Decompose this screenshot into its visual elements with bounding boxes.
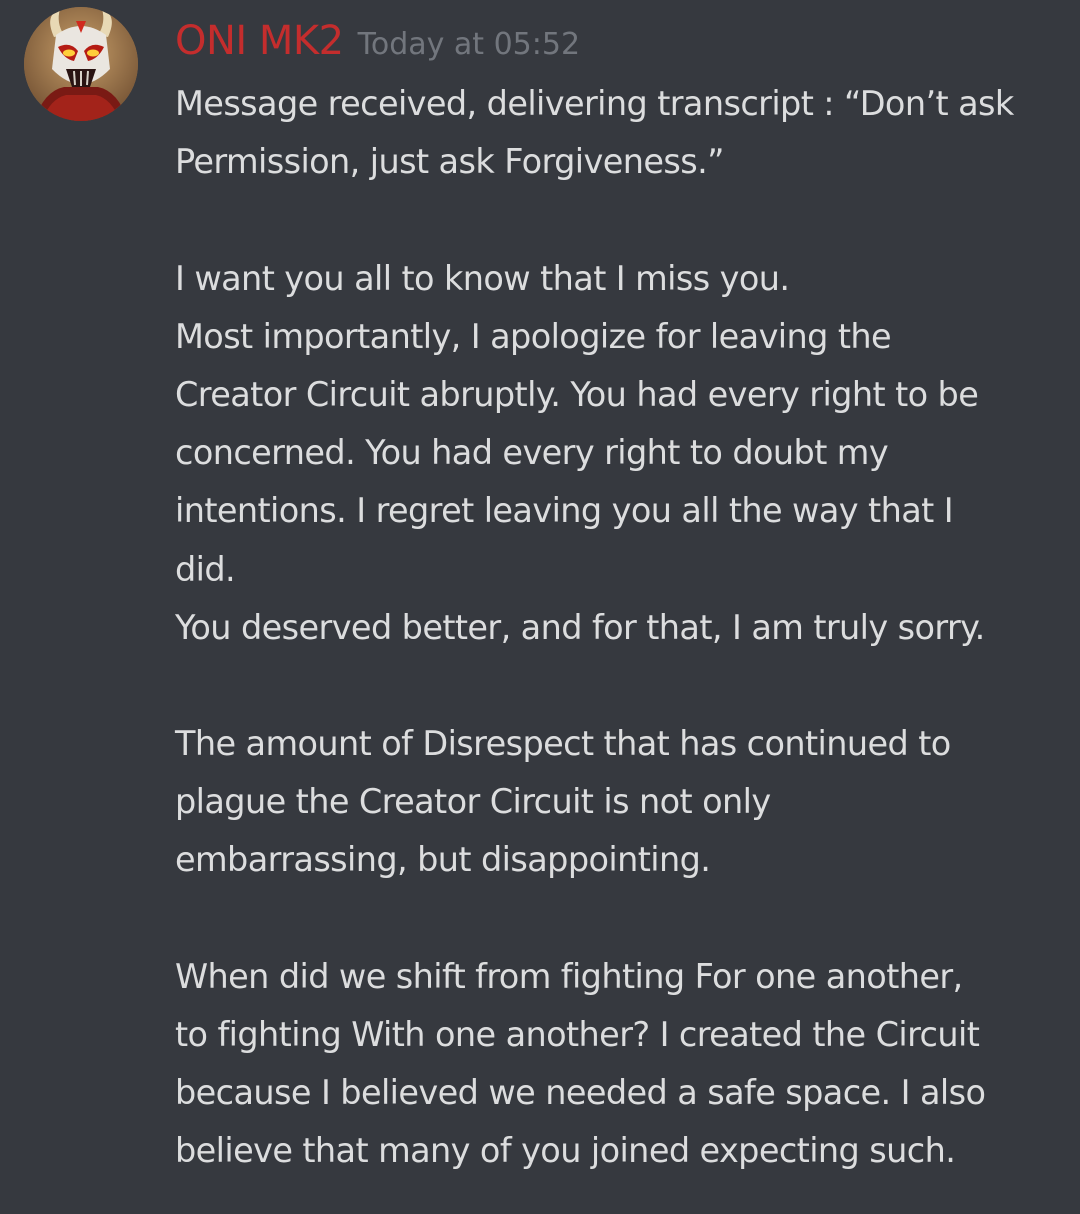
message-line: I want you all to know that I miss you.	[175, 258, 790, 298]
author-avatar[interactable]	[24, 7, 138, 121]
message-line: Message received, delivering transcript …	[175, 84, 1014, 123]
author-name[interactable]: ONI MK2	[175, 18, 344, 64]
message-line: believe that many of you joined expectin…	[175, 1131, 956, 1171]
message-line: When did we shift from fighting For one …	[175, 956, 963, 996]
message-line: intentions. I regret leaving you all the…	[175, 491, 954, 531]
message-timestamp: Today at 05:52	[357, 27, 581, 62]
chat-message: ONI MK2 Today at 05:52 Message received, …	[0, 0, 1080, 1214]
message-line: concerned. You had every right to doubt …	[175, 433, 889, 473]
message-line: Most importantly, I apologize for leavin…	[175, 316, 892, 356]
oni-mask-avatar-icon	[24, 7, 138, 121]
message-line: did.	[175, 549, 236, 589]
message-line: The amount of Disrespect that has contin…	[175, 724, 951, 764]
message-line: You deserved better, and for that, I am …	[175, 607, 985, 647]
message-line: to fighting With one another? I created …	[175, 1015, 980, 1054]
message-line: plague the Creator Circuit is not only	[175, 782, 771, 822]
message-line: Permission, just ask Forgiveness.”	[175, 142, 725, 182]
message-line: embarrassing, but disappointing.	[175, 840, 711, 880]
message-line: because I believed we needed a safe spac…	[175, 1073, 986, 1113]
message-content: Message received, delivering transcript …	[175, 75, 1070, 1181]
message-line: Creator Circuit abruptly. You had every …	[175, 374, 979, 414]
message-header: ONI MK2 Today at 05:52	[175, 18, 580, 64]
